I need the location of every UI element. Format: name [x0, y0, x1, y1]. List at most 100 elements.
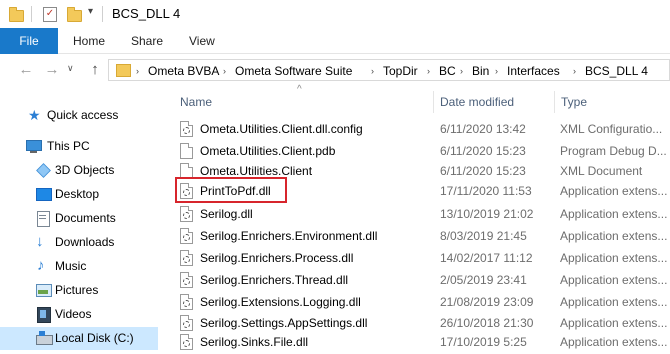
chevron-right-icon[interactable]: › [460, 63, 463, 79]
tab-view[interactable]: View [189, 28, 215, 54]
sort-ascending-icon: ^ [297, 84, 302, 95]
breadcrumb-item[interactable]: Bin [472, 63, 489, 79]
file-name: Serilog.Enrichers.Environment.dll [200, 229, 378, 243]
sidebar-item-pictures[interactable]: Pictures [0, 279, 158, 302]
up-arrow-icon[interactable]: ↑ [87, 62, 103, 78]
tab-home[interactable]: Home [73, 28, 105, 54]
document-icon [37, 211, 53, 227]
breadcrumb-item[interactable]: TopDir [383, 63, 418, 79]
sidebar-item-documents[interactable]: Documents [0, 207, 158, 230]
file-row[interactable]: Ometa.Utilities.Client.pdb 6/11/2020 15:… [166, 140, 670, 162]
forward-arrow-icon[interactable]: → [44, 62, 60, 78]
column-divider[interactable] [554, 91, 555, 113]
file-row[interactable]: Serilog.Enrichers.Environment.dll 8/03/2… [166, 225, 670, 247]
file-type: Program Debug D... [560, 144, 667, 158]
folder-icon [116, 64, 131, 77]
sidebar-item-3d-objects[interactable]: 3D Objects [0, 159, 158, 182]
chevron-right-icon[interactable]: › [223, 63, 226, 79]
sidebar-item-label: Downloads [55, 235, 115, 249]
dll-file-icon [180, 315, 193, 331]
sidebar-item-label: Local Disk (C:) [55, 331, 134, 345]
file-name: Serilog.Enrichers.Thread.dll [200, 273, 349, 287]
divider [31, 6, 32, 22]
sidebar-item-music[interactable]: ♪ Music [0, 255, 158, 278]
column-header-name[interactable]: Name [180, 93, 212, 111]
file-row[interactable]: Serilog.Enrichers.Process.dll 14/02/2017… [166, 247, 670, 269]
file-row[interactable]: Serilog.Enrichers.Thread.dll 2/05/2019 2… [166, 269, 670, 291]
back-arrow-icon[interactable]: ← [18, 62, 34, 78]
dll-file-icon [180, 250, 193, 266]
file-type: Application extens... [560, 184, 668, 198]
star-icon: ★ [28, 107, 41, 123]
sidebar-item-local-disk[interactable]: Local Disk (C:) [0, 327, 158, 350]
address-bar[interactable]: › Ometa BVBA › Ometa Software Suite › To… [108, 59, 670, 81]
picture-icon [36, 283, 52, 297]
recent-locations-chevron-icon[interactable]: ∨ [67, 63, 74, 74]
file-row[interactable]: Serilog.Extensions.Logging.dll 21/08/201… [166, 291, 670, 313]
file-type: XML Configuratio... [560, 122, 663, 136]
file-name: Ometa.Utilities.Client.dll.config [200, 122, 363, 136]
tab-file[interactable]: File [0, 28, 58, 54]
file-type: Application extens... [560, 273, 668, 287]
file-date: 6/11/2020 15:23 [440, 164, 526, 178]
breadcrumb-item-current[interactable]: BCS_DLL 4 [585, 63, 648, 79]
file-type: Application extens... [560, 207, 668, 221]
sidebar-item-videos[interactable]: Videos [0, 303, 158, 326]
file-name: Serilog.Settings.AppSettings.dll [200, 316, 368, 330]
breadcrumb-item[interactable]: BC [439, 63, 456, 79]
properties-icon[interactable]: ✓ [43, 7, 57, 22]
dll-file-icon [180, 334, 193, 350]
config-file-icon [180, 121, 193, 137]
music-note-icon: ♪ [37, 257, 45, 274]
dll-file-icon [180, 294, 193, 310]
sidebar-item-downloads[interactable]: ↓ Downloads [0, 231, 158, 254]
chevron-right-icon[interactable]: › [495, 63, 498, 79]
sidebar-item-label: Documents [55, 211, 116, 225]
new-folder-icon[interactable] [67, 7, 82, 22]
computer-icon [26, 139, 42, 153]
sidebar-item-label: Quick access [47, 108, 119, 122]
file-date: 21/08/2019 23:09 [440, 295, 534, 309]
file-name: Ometa.Utilities.Client.pdb [200, 144, 336, 158]
file-date: 17/10/2019 5:25 [440, 335, 527, 349]
file-icon [180, 143, 193, 159]
chevron-right-icon[interactable]: › [573, 63, 576, 79]
file-row[interactable]: Ometa.Utilities.Client.dll.config 6/11/2… [166, 118, 670, 140]
file-name: Ometa.Utilities.Client [200, 164, 313, 178]
file-date: 26/10/2018 21:30 [440, 316, 534, 330]
customize-toolbar-icon[interactable]: ▾ [88, 6, 93, 17]
column-header-date-modified[interactable]: Date modified [440, 93, 514, 111]
chevron-right-icon[interactable]: › [371, 63, 374, 79]
sidebar-item-label: Desktop [55, 187, 100, 201]
file-date: 14/02/2017 11:12 [440, 251, 533, 265]
file-row[interactable]: Serilog.Sinks.File.dll 17/10/2019 5:25 A… [166, 331, 670, 353]
dll-file-icon [180, 272, 193, 288]
sidebar-item-quick-access[interactable]: ★ Quick access [0, 104, 158, 127]
drive-icon [36, 331, 53, 345]
download-arrow-icon: ↓ [36, 233, 44, 250]
file-type: Application extens... [560, 251, 668, 265]
folder-icon[interactable] [9, 7, 24, 22]
breadcrumb-item[interactable]: Interfaces [507, 63, 560, 79]
chevron-right-icon[interactable]: › [136, 63, 139, 79]
tab-share[interactable]: Share [131, 28, 163, 54]
file-row[interactable]: Serilog.dll 13/10/2019 21:02 Application… [166, 203, 670, 225]
breadcrumb-item[interactable]: Ometa Software Suite [235, 63, 352, 79]
file-type: Application extens... [560, 295, 668, 309]
sidebar-item-label: Videos [55, 307, 92, 321]
sidebar-item-this-pc[interactable]: This PC [0, 135, 158, 158]
file-type: XML Document [560, 164, 643, 178]
file-name: Serilog.Sinks.File.dll [200, 335, 309, 349]
sidebar-item-label: Pictures [55, 283, 99, 297]
breadcrumb-item[interactable]: Ometa BVBA [148, 63, 219, 79]
sidebar-item-desktop[interactable]: Desktop [0, 183, 158, 206]
chevron-right-icon[interactable]: › [427, 63, 430, 79]
column-divider[interactable] [433, 91, 434, 113]
file-type: Application extens... [560, 316, 668, 330]
window-title: BCS_DLL 4 [112, 6, 181, 21]
sidebar-item-label: Music [55, 259, 87, 273]
file-type: Application extens... [560, 335, 668, 349]
file-date: 13/10/2019 21:02 [440, 207, 534, 221]
sidebar-item-label: This PC [47, 139, 90, 153]
column-header-type[interactable]: Type [561, 93, 587, 111]
